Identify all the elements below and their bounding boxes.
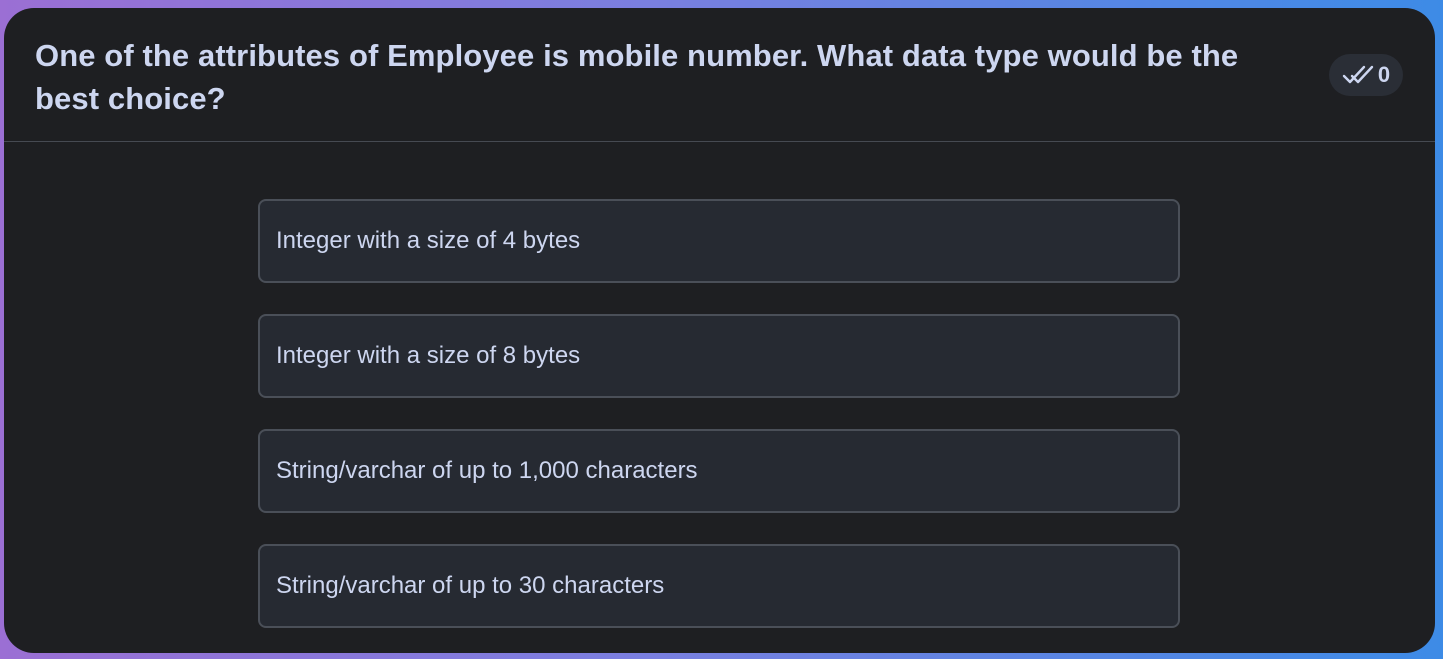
answer-option-4[interactable]: String/varchar of up to 30 characters: [258, 544, 1180, 628]
vote-badge[interactable]: 0: [1329, 54, 1403, 96]
answer-option-label: Integer with a size of 8 bytes: [276, 342, 581, 369]
answer-option-label: Integer with a size of 4 bytes: [276, 227, 581, 254]
vote-count: 0: [1377, 62, 1391, 87]
answer-option-2[interactable]: Integer with a size of 8 bytes: [258, 314, 1180, 398]
answer-options: Integer with a size of 4 bytes Integer w…: [258, 199, 1180, 653]
answer-option-3[interactable]: String/varchar of up to 1,000 characters: [258, 429, 1180, 513]
answer-option-label: String/varchar of up to 1,000 characters: [276, 457, 698, 484]
question-text: One of the attributes of Employee is mob…: [35, 38, 1239, 116]
double-check-icon: [1342, 63, 1374, 87]
question-header: One of the attributes of Employee is mob…: [4, 8, 1435, 142]
answer-option-label: String/varchar of up to 30 characters: [276, 572, 665, 599]
quiz-card: One of the attributes of Employee is mob…: [4, 8, 1435, 653]
answer-option-1[interactable]: Integer with a size of 4 bytes: [258, 199, 1180, 283]
